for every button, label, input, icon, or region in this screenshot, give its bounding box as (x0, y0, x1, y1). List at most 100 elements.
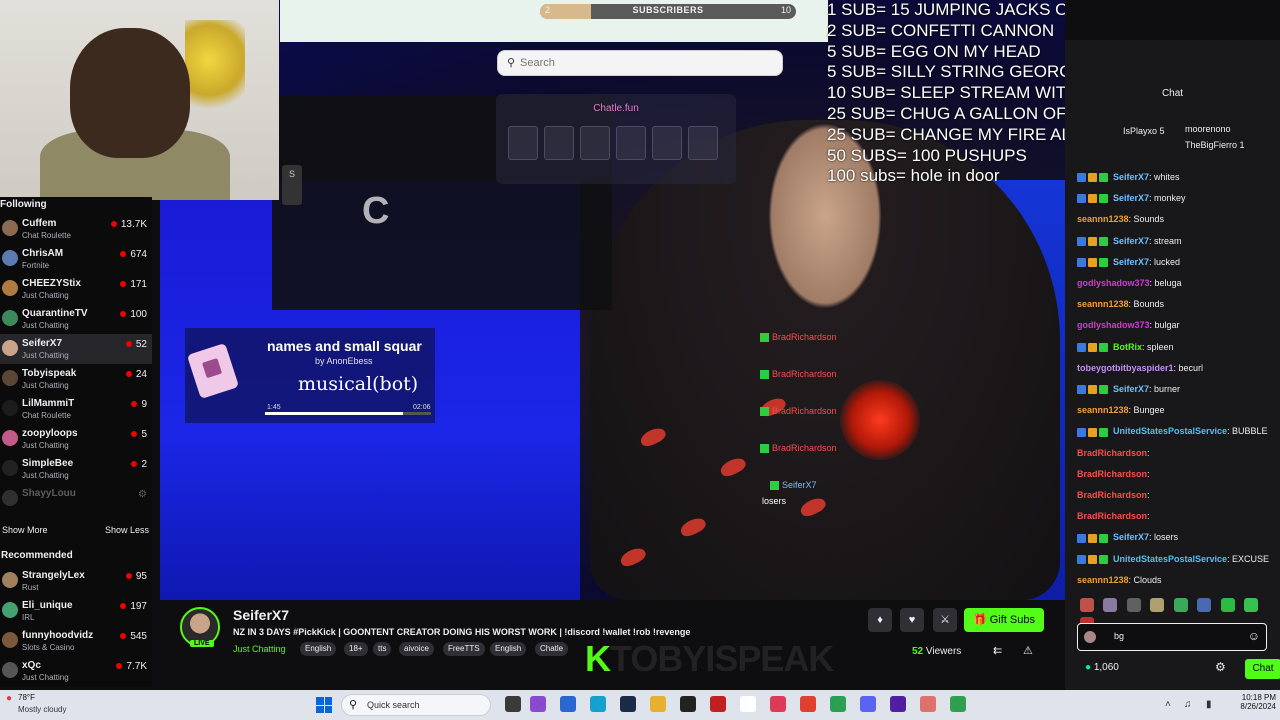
sidebar-channel[interactable]: Tobyispeak Just Chatting 24 (0, 364, 152, 394)
streamer-name[interactable]: SeiferX7 (233, 607, 289, 623)
gear-icon[interactable]: ⚙ (1215, 660, 1226, 674)
emote-icon[interactable] (1220, 598, 1235, 612)
emoji-icon[interactable]: ☺ (1248, 629, 1260, 643)
sidebar-channel[interactable]: zoopyloops Just Chatting 5 (0, 424, 152, 454)
sidebar-channel[interactable]: funnyhoodvidz Slots & Casino 545 (0, 626, 152, 656)
emote-icon[interactable] (1080, 598, 1094, 612)
stream-tag[interactable]: tts (373, 642, 392, 656)
steam-icon[interactable] (620, 696, 636, 712)
chrome-icon[interactable] (950, 696, 966, 712)
chat-username[interactable]: seannn1238 (1077, 405, 1129, 415)
chat-input[interactable]: bg ☺ (1077, 623, 1267, 651)
emote-icon[interactable] (1103, 598, 1118, 612)
emote-icon[interactable] (1126, 598, 1141, 612)
app-icon[interactable] (830, 696, 846, 712)
on-video-chat-text: losers (762, 496, 787, 506)
stream-tag[interactable]: English (490, 642, 527, 656)
app-icon[interactable] (530, 696, 546, 712)
chat-username[interactable]: SeiferX7 (1113, 257, 1149, 267)
chat-input-value[interactable]: bg (1114, 631, 1124, 641)
chat-username[interactable]: BotRix (1113, 342, 1142, 352)
overlay-search-input[interactable] (520, 54, 770, 72)
chat-username[interactable]: BradRichardson (1077, 490, 1147, 500)
chat-username[interactable]: BradRichardson (1077, 469, 1147, 479)
channel-points[interactable]: ● 1,060 (1085, 662, 1119, 673)
app-icon[interactable] (770, 696, 786, 712)
show-more-link[interactable]: Show More (2, 525, 48, 535)
app-icon[interactable] (920, 696, 936, 712)
chat-username[interactable]: SeiferX7 (1113, 172, 1149, 182)
stream-tag[interactable]: aivoice (399, 642, 434, 656)
folder-icon[interactable] (650, 696, 666, 712)
channel-name: CHEEZYStix (22, 278, 81, 289)
stream-category[interactable]: Just Chatting (233, 644, 286, 654)
emote-icon[interactable] (1244, 598, 1259, 612)
share-icon[interactable]: ⇇ (993, 644, 1002, 657)
app-icon[interactable] (680, 696, 696, 712)
chat-username[interactable]: BradRichardson (1077, 448, 1147, 458)
chat-username[interactable]: godlyshadow373 (1077, 320, 1150, 330)
on-video-chat: BradRichardson BradRichardson BradRichar… (760, 330, 900, 510)
sidebar-channel[interactable]: Cuffem Chat Roulette 13.7K (0, 214, 152, 244)
sidebar-channel-offline[interactable]: ShayyLouu ⚙ (0, 484, 152, 514)
chat-username[interactable]: SeiferX7 (1113, 236, 1149, 246)
live-dot-icon (131, 461, 138, 468)
chat-username[interactable]: godlyshadow373 (1077, 278, 1150, 288)
system-clock[interactable]: 10:18 PM 8/26/2024 (1240, 693, 1276, 711)
chat-username[interactable]: UnitedStatesPostalService (1113, 426, 1227, 436)
sidebar-channel[interactable]: xQc Just Chatting 7.7K (0, 656, 152, 686)
sidebar-channel[interactable]: StrangelyLex Rust 95 (0, 566, 152, 596)
show-less-link[interactable]: Show Less (105, 525, 149, 535)
chat-username[interactable]: tobeygotbitbyaspider1 (1077, 363, 1174, 373)
app-icon[interactable] (505, 696, 521, 712)
chat-username[interactable]: seannn1238 (1077, 575, 1129, 585)
overlay-search[interactable]: ⚲ (497, 50, 783, 76)
sidebar-channel[interactable]: LilMammiT Chat Roulette 9 (0, 394, 152, 424)
app-icon[interactable] (560, 696, 576, 712)
opera-icon[interactable] (710, 696, 726, 712)
emote-icon[interactable] (1173, 598, 1188, 612)
sidebar-channel[interactable]: Eli_unique IRL 197 (0, 596, 152, 626)
sword-icon[interactable]: ⚔ (933, 608, 957, 632)
windows-start-icon[interactable] (316, 697, 332, 713)
stream-tag[interactable]: English (300, 642, 337, 656)
weather-icon[interactable]: ● (6, 693, 12, 704)
chat-username[interactable]: SeiferX7 (1113, 532, 1149, 542)
bell-icon[interactable]: ♦ (868, 608, 892, 632)
stream-tag[interactable]: FreeTTS (443, 642, 485, 656)
app-icon[interactable] (740, 696, 756, 712)
chat-username[interactable]: seannn1238 (1077, 214, 1129, 224)
sidebar-channel-active[interactable]: SeiferX7 Just Chatting 52 (0, 334, 152, 364)
stream-tag[interactable]: 18+ (344, 642, 368, 656)
discord-icon[interactable] (860, 696, 876, 712)
viewer-count: 95 (125, 571, 147, 582)
edge-icon[interactable] (590, 696, 606, 712)
stream-tag[interactable]: Chatle (535, 642, 569, 656)
sidebar-channel[interactable]: QuarantineTV Just Chatting 100 (0, 304, 152, 334)
app-icon[interactable] (890, 696, 906, 712)
warning-icon[interactable]: ⚠ (1023, 644, 1033, 657)
speaker-icon[interactable]: ♫ (1184, 699, 1192, 710)
channel-category: Slots & Casino (22, 643, 75, 652)
chat-username[interactable]: BradRichardson (1077, 511, 1147, 521)
chat-text: : (1147, 490, 1150, 500)
chrome-icon[interactable] (800, 696, 816, 712)
chat-username[interactable]: SeiferX7 (1113, 193, 1149, 203)
sidebar-channel[interactable]: SimpleBee Just Chatting 2 (0, 454, 152, 484)
battery-icon[interactable]: ▮ (1206, 699, 1212, 710)
chat-text: : beluga (1149, 278, 1182, 288)
gift-subs-button[interactable]: 🎁 Gift Subs (964, 608, 1044, 632)
sidebar-channel[interactable]: ChrisAM Fortnite 674 (0, 244, 152, 274)
channel-name: ChrisAM (22, 248, 64, 259)
channel-category: Just Chatting (22, 381, 69, 390)
heart-icon[interactable]: ♥ (900, 608, 924, 632)
chat-username[interactable]: UnitedStatesPostalService (1113, 554, 1227, 564)
chevron-up-icon[interactable]: ˄ (1165, 699, 1171, 710)
chat-username[interactable]: seannn1238 (1077, 299, 1129, 309)
taskbar-search[interactable]: ⚲ Quick search (341, 694, 491, 716)
emote-icon[interactable] (1150, 598, 1165, 612)
chat-username[interactable]: SeiferX7 (1113, 384, 1149, 394)
sidebar-channel[interactable]: CHEEZYStix Just Chatting 171 (0, 274, 152, 304)
send-chat-button[interactable]: Chat (1245, 659, 1280, 679)
emote-icon[interactable] (1197, 598, 1212, 612)
